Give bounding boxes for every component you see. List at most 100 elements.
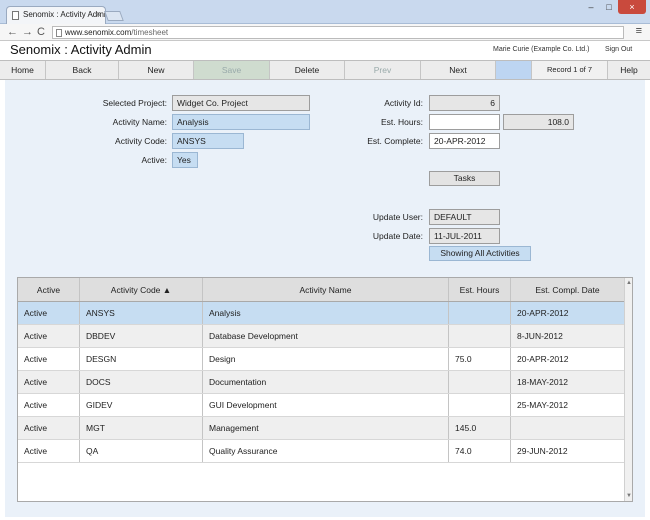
tasks-button[interactable]: Tasks [429, 171, 500, 186]
column-header-active[interactable]: Active [18, 278, 80, 301]
scroll-up-icon[interactable]: ▲ [626, 280, 632, 286]
tab-close-icon[interactable]: × [96, 9, 101, 19]
page-title: Senomix : Activity Admin [10, 42, 152, 57]
table-row[interactable]: Active ANSYS Analysis 20-APR-2012 [18, 302, 624, 325]
toolbar: Home Back New Save Delete Prev Next Reco… [0, 60, 650, 80]
home-button[interactable]: Home [0, 61, 46, 79]
table-scrollbar[interactable]: ▲ ▼ [624, 278, 632, 501]
cell-date: 29-JUN-2012 [517, 446, 568, 456]
app-header: Senomix : Activity Admin Marie Curie (Ex… [0, 41, 650, 60]
activity-code-label: Activity Code: [115, 136, 167, 146]
page-icon [12, 11, 19, 20]
browser-menu-icon[interactable]: ≡ [636, 25, 642, 37]
cell-date: 25-MAY-2012 [517, 400, 569, 410]
update-user-label: Update User: [372, 212, 423, 222]
back-button[interactable]: Back [46, 61, 119, 79]
delete-button[interactable]: Delete [270, 61, 345, 79]
toolbar-spacer [496, 61, 532, 79]
address-bar: ← → C www.senomix.com/timesheet ≡ [0, 24, 650, 41]
cell-hours [449, 394, 511, 416]
cell-name: Documentation [203, 371, 449, 393]
activities-table: Active Activity Code ▲ Activity Name Est… [17, 277, 633, 502]
cell-active: Active [18, 371, 80, 393]
cell-date: 18-MAY-2012 [517, 377, 569, 387]
cell-name: GUI Development [203, 394, 449, 416]
update-date-field: 11-JUL-2011 [429, 228, 500, 244]
activity-name-input[interactable]: Analysis [172, 114, 310, 130]
save-button[interactable]: Save [194, 61, 270, 79]
url-path: /timesheet [131, 28, 169, 37]
cell-active: Active [18, 325, 80, 347]
cell-name: Database Development [203, 325, 449, 347]
scroll-down-icon[interactable]: ▼ [626, 493, 632, 499]
window-controls: – □ × [582, 0, 646, 16]
column-header-activity-name[interactable]: Activity Name [203, 278, 449, 301]
maximize-icon[interactable]: □ [600, 0, 618, 14]
activity-id-field: 6 [429, 95, 500, 111]
table-row[interactable]: Active DESGN Design 75.0 20-APR-2012 [18, 348, 624, 371]
project-field: Widget Co. Project [172, 95, 310, 111]
cell-date: 20-APR-2012 [517, 354, 569, 364]
cell-name: Quality Assurance [203, 440, 449, 462]
browser-titlebar: Senomix : Activity Admin × – □ × [0, 0, 650, 24]
minimize-icon[interactable]: – [582, 0, 600, 14]
table-row[interactable]: Active QA Quality Assurance 74.0 29-JUN-… [18, 440, 624, 463]
column-header-est-hours[interactable]: Est. Hours [449, 278, 511, 301]
update-date-label: Update Date: [372, 231, 423, 241]
cell-name: Management [203, 417, 449, 439]
table-row[interactable]: Active DBDEV Database Development 8-JUN-… [18, 325, 624, 348]
column-header-activity-code[interactable]: Activity Code ▲ [80, 278, 203, 301]
record-counter: Record 1 of 7 [532, 61, 608, 79]
cell-active: Active [18, 440, 80, 462]
active-label: Active: [141, 155, 167, 165]
cell-active: Active [18, 302, 80, 324]
cell-date [511, 417, 624, 439]
cell-hours [449, 325, 511, 347]
cell-code: QA [80, 440, 203, 462]
table-header: Active Activity Code ▲ Activity Name Est… [18, 278, 624, 302]
cell-code: DESGN [80, 348, 203, 370]
est-hours-input[interactable] [429, 114, 500, 130]
active-toggle[interactable]: Yes [172, 152, 198, 168]
url-input[interactable]: www.senomix.com/timesheet [52, 26, 624, 39]
forward-arrow-icon[interactable]: → [22, 26, 33, 39]
cell-code: ANSYS [80, 302, 203, 324]
cell-hours [449, 302, 511, 324]
activity-id-label: Activity Id: [384, 98, 423, 108]
cell-date: 8-JUN-2012 [517, 331, 563, 341]
cell-name: Design [203, 348, 449, 370]
cell-code: GIDEV [80, 394, 203, 416]
cell-code: MGT [80, 417, 203, 439]
sign-out-link[interactable]: Sign Out [605, 46, 632, 53]
cell-active: Active [18, 417, 80, 439]
table-row[interactable]: Active GIDEV GUI Development 25-MAY-2012 [18, 394, 624, 417]
prev-button[interactable]: Prev [345, 61, 421, 79]
tab-title: Senomix : Activity Admin [23, 10, 106, 19]
column-header-est-compl-date[interactable]: Est. Compl. Date [511, 278, 624, 301]
help-button[interactable]: Help [608, 61, 650, 79]
cell-hours [449, 371, 511, 393]
browser-tab[interactable]: Senomix : Activity Admin × [6, 6, 106, 24]
cell-active: Active [18, 394, 80, 416]
new-button[interactable]: New [119, 61, 194, 79]
cell-hours: 74.0 [449, 440, 511, 462]
activity-name-label: Activity Name: [112, 117, 167, 127]
activity-code-input[interactable]: ANSYS [172, 133, 244, 149]
reload-icon[interactable]: C [37, 26, 45, 39]
user-name: Marie Curie (Example Co. Ltd.) [493, 46, 590, 53]
cell-code: DOCS [80, 371, 203, 393]
table-row[interactable]: Active MGT Management 145.0 [18, 417, 624, 440]
update-user-field: DEFAULT [429, 209, 500, 225]
cell-date: 20-APR-2012 [517, 308, 569, 318]
new-tab-button[interactable] [104, 11, 124, 21]
est-complete-input[interactable]: 20-APR-2012 [429, 133, 500, 149]
window-close-icon[interactable]: × [618, 0, 646, 14]
cell-code: DBDEV [80, 325, 203, 347]
cell-name: Analysis [203, 302, 449, 324]
est-complete-label: Est. Complete: [367, 136, 423, 146]
next-button[interactable]: Next [421, 61, 496, 79]
back-arrow-icon[interactable]: ← [7, 26, 18, 39]
showing-all-activities-button[interactable]: Showing All Activities [429, 246, 531, 261]
table-row[interactable]: Active DOCS Documentation 18-MAY-2012 [18, 371, 624, 394]
cell-active: Active [18, 348, 80, 370]
